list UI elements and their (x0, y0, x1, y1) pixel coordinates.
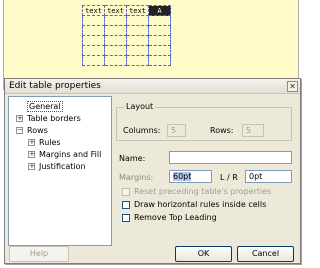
tree-item-label: Rows (27, 126, 48, 135)
document-table-row (82, 25, 171, 36)
checkbox-box (122, 187, 130, 196)
margins-value: 60pt (173, 172, 192, 181)
document-table-row: text text text A (82, 5, 171, 16)
help-button: Help (9, 246, 69, 262)
reset-preceding-label: Reset preceding table's properties (134, 187, 272, 196)
dialog-title: Edit table properties (9, 81, 101, 91)
tree-item-general[interactable]: General (9, 101, 111, 113)
name-field[interactable] (169, 151, 292, 164)
document-table-cell[interactable] (148, 15, 171, 26)
lr-label: L / R (220, 173, 238, 182)
document-table-cell[interactable] (82, 15, 105, 26)
tree-item-justification[interactable]: + Justification (9, 161, 111, 173)
margins-field[interactable]: 60pt (169, 170, 212, 183)
document-table-cell[interactable] (104, 35, 127, 46)
cancel-button[interactable]: Cancel (237, 246, 294, 262)
document-table-row (82, 35, 171, 46)
columns-label: Columns: (123, 126, 161, 135)
name-label: Name: (119, 154, 146, 163)
draw-horizontal-rules-label: Draw horizontal rules inside cells (134, 200, 267, 209)
document-table-cell[interactable]: text (82, 5, 105, 16)
document-table-cell[interactable] (104, 25, 127, 36)
tree-item-table-borders[interactable]: + Table borders (9, 113, 111, 125)
columns-field: 5 (167, 124, 186, 137)
expand-icon[interactable]: + (28, 163, 35, 170)
document-table-cell[interactable]: text (104, 5, 127, 16)
document-table-cell[interactable] (148, 45, 171, 56)
document-table-cell[interactable] (82, 25, 105, 36)
document-table-cell[interactable] (126, 55, 149, 66)
checkbox-box[interactable] (122, 213, 130, 222)
document-table-cell[interactable] (126, 45, 149, 56)
document-table-row (82, 15, 171, 26)
document-table-cell[interactable] (148, 55, 171, 66)
document-table[interactable]: text text text A (82, 5, 171, 66)
document-table-cell[interactable] (104, 15, 127, 26)
document-table-row (82, 45, 171, 56)
document-table-cell[interactable] (148, 25, 171, 36)
tree-item-label: Justification (39, 162, 86, 171)
document-page: text text text A (3, 0, 299, 90)
document-table-cell[interactable] (82, 35, 105, 46)
tree-item-margins-and-fill[interactable]: + Margins and Fill (9, 149, 111, 161)
lr-field[interactable]: 0pt (245, 170, 292, 183)
document-table-cell[interactable] (82, 45, 105, 56)
document-table-cell[interactable] (126, 15, 149, 26)
document-table-cell[interactable] (104, 55, 127, 66)
close-icon[interactable]: ✕ (287, 81, 298, 92)
edit-table-properties-dialog: Edit table properties ✕ General + Table bo… (4, 78, 301, 264)
expand-icon[interactable]: + (16, 115, 23, 122)
rows-field: 5 (242, 124, 264, 137)
document-table-cell[interactable] (126, 25, 149, 36)
tree-item-rows[interactable]: − Rows (9, 125, 111, 137)
expand-icon[interactable]: + (28, 151, 35, 158)
tree-item-label: Rules (39, 138, 61, 147)
expand-icon[interactable]: + (28, 139, 35, 146)
tree-item-label: General (27, 101, 63, 112)
document-table-cell[interactable] (82, 55, 105, 66)
document-table-cell[interactable]: A (148, 5, 171, 16)
document-table-row (82, 55, 171, 66)
document-table-cell[interactable] (126, 35, 149, 46)
layout-group-title: Layout (124, 102, 156, 112)
dialog-titlebar[interactable]: Edit table properties ✕ (5, 79, 300, 94)
document-table-cell[interactable]: text (126, 5, 149, 16)
tree-item-label: Margins and Fill (39, 150, 102, 159)
checkbox-box[interactable] (122, 200, 130, 209)
margins-label: Margins: (119, 173, 154, 182)
draw-horizontal-rules-checkbox[interactable]: Draw horizontal rules inside cells (122, 199, 266, 210)
collapse-icon[interactable]: − (16, 127, 23, 134)
tree-item-label: Table borders (27, 114, 81, 123)
properties-tree[interactable]: General + Table borders − Rows + Rules + Margins… (8, 96, 112, 246)
document-table-cell[interactable] (148, 35, 171, 46)
remove-top-leading-checkbox[interactable]: Remove Top Leading (122, 212, 217, 223)
tree-item-rules[interactable]: + Rules (9, 137, 111, 149)
remove-top-leading-label: Remove Top Leading (134, 213, 217, 222)
rows-label: Rows: (210, 126, 234, 135)
document-table-cell[interactable] (104, 45, 127, 56)
ok-button[interactable]: OK (175, 246, 232, 262)
reset-preceding-checkbox: Reset preceding table's properties (122, 186, 271, 197)
